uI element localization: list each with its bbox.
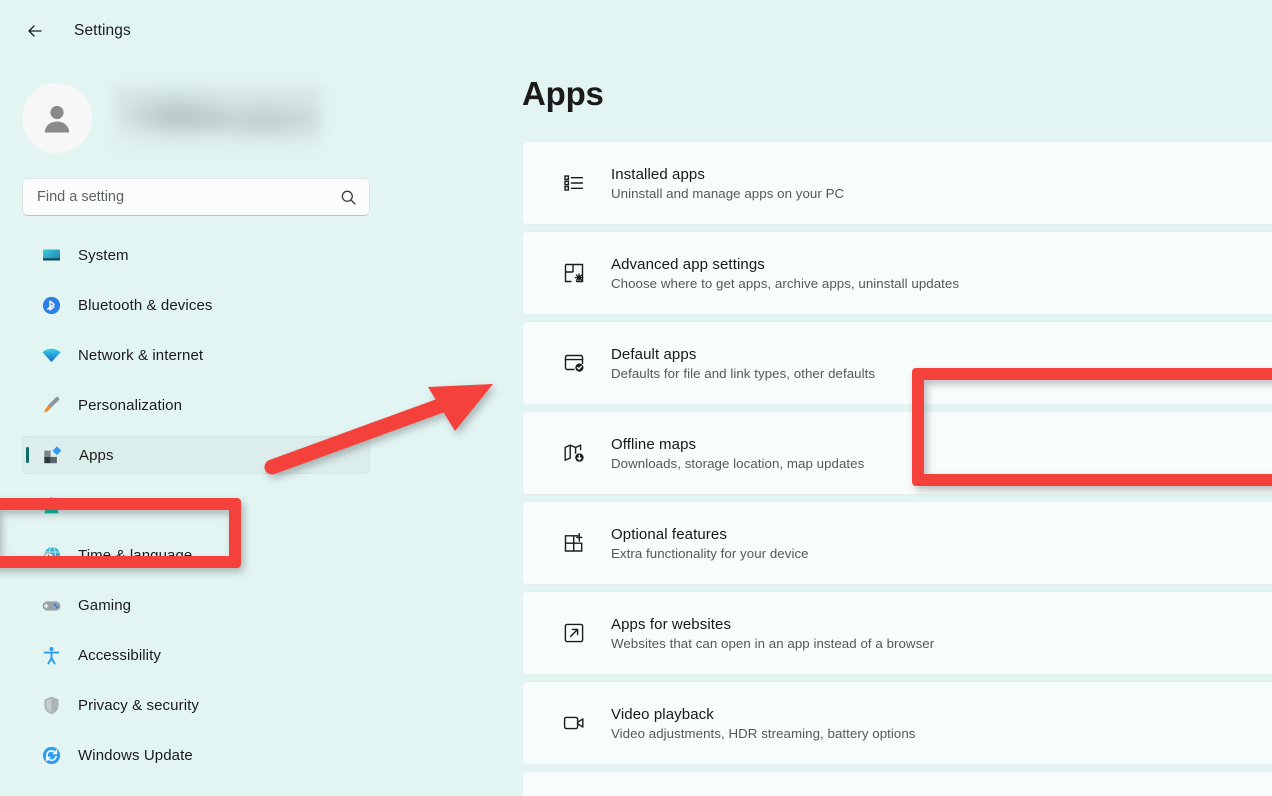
- card-subtitle: Downloads, storage location, map updates: [611, 455, 865, 471]
- shield-icon: [40, 694, 62, 716]
- sidebar-item-gaming[interactable]: Gaming: [22, 586, 370, 624]
- refresh-icon: [40, 744, 62, 766]
- sidebar-item-label: Accounts: [78, 496, 141, 514]
- avatar: [22, 83, 92, 153]
- wifi-icon: [40, 344, 62, 366]
- globe-clock-icon: [40, 544, 62, 566]
- search-input[interactable]: [37, 189, 340, 205]
- grid-plus-icon: [561, 530, 587, 556]
- sidebar-item-label: Gaming: [78, 596, 132, 614]
- sidebar-item-accessibility[interactable]: Accessibility: [22, 636, 370, 674]
- sidebar-item-bluetooth-devices[interactable]: Bluetooth & devices: [22, 286, 370, 324]
- card-optional-features[interactable]: Optional features Extra functionality fo…: [522, 501, 1272, 585]
- sidebar-item-label: System: [78, 246, 129, 264]
- sidebar-item-apps[interactable]: Apps: [22, 436, 370, 474]
- sidebar-item-label: Privacy & security: [78, 696, 199, 714]
- accessibility-icon: [40, 644, 62, 666]
- sidebar-item-network-internet[interactable]: Network & internet: [22, 336, 370, 374]
- card-installed-apps[interactable]: Installed apps Uninstall and manage apps…: [522, 141, 1272, 225]
- sidebar-item-label: Windows Update: [78, 746, 193, 764]
- sidebar-item-time-language[interactable]: Time & language: [22, 536, 370, 574]
- window-check-icon: [561, 350, 587, 376]
- main-layout: System Bluetooth & devices: [0, 62, 1272, 796]
- gamepad-icon: [40, 594, 62, 616]
- person-icon: [40, 494, 62, 516]
- card-subtitle: Extra functionality for your device: [611, 545, 809, 561]
- account-tile[interactable]: [22, 70, 404, 166]
- card-default-apps[interactable]: Default apps Defaults for file and link …: [522, 321, 1272, 405]
- card-offline-maps[interactable]: Offline maps Downloads, storage location…: [522, 411, 1272, 495]
- video-camera-icon: [561, 710, 587, 736]
- card-title: Installed apps: [611, 165, 705, 183]
- sidebar-item-windows-update[interactable]: Windows Update: [22, 736, 370, 774]
- paintbrush-icon: [40, 394, 62, 416]
- sidebar-item-privacy-security[interactable]: Privacy & security: [22, 686, 370, 724]
- list-icon: [561, 170, 587, 196]
- card-subtitle: Websites that can open in an app instead…: [611, 635, 935, 651]
- card-subtitle: Uninstall and manage apps on your PC: [611, 185, 845, 201]
- card-partial-next[interactable]: [522, 771, 1272, 796]
- sidebar-item-accounts[interactable]: Accounts: [22, 486, 370, 524]
- card-title: Offline maps: [611, 435, 697, 453]
- account-name-redacted: [114, 86, 322, 150]
- card-video-playback[interactable]: Video playback Video adjustments, HDR st…: [522, 681, 1272, 765]
- back-button[interactable]: [18, 14, 52, 48]
- title-bar: Settings: [0, 0, 1272, 62]
- map-download-icon: [561, 440, 587, 466]
- sidebar-item-system[interactable]: System: [22, 236, 370, 274]
- sidebar-item-label: Time & language: [78, 546, 193, 564]
- sidebar-item-label: Accessibility: [78, 646, 161, 664]
- card-advanced-app-settings[interactable]: Advanced app settings Choose where to ge…: [522, 231, 1272, 315]
- card-subtitle: Choose where to get apps, archive apps, …: [611, 275, 960, 291]
- sidebar-item-personalization[interactable]: Personalization: [22, 386, 370, 424]
- search-icon[interactable]: [340, 189, 357, 206]
- card-title: Apps for websites: [611, 615, 732, 633]
- apps-squares-icon: [41, 444, 63, 466]
- card-title: Advanced app settings: [611, 255, 765, 273]
- card-title: Video playback: [611, 705, 714, 723]
- sidebar-nav: System Bluetooth & devices Network & int…: [22, 236, 404, 774]
- sidebar-item-label: Network & internet: [78, 346, 204, 364]
- sidebar-item-label: Personalization: [78, 396, 183, 414]
- sidebar: System Bluetooth & devices: [0, 62, 404, 796]
- external-link-icon: [561, 620, 587, 646]
- monitor-icon: [40, 244, 62, 266]
- card-title: Optional features: [611, 525, 727, 543]
- main-content: Apps Installed apps Uninstall and manage…: [404, 62, 1272, 796]
- card-title: Default apps: [611, 345, 697, 363]
- card-apps-for-websites[interactable]: Apps for websites Websites that can open…: [522, 591, 1272, 675]
- arrow-left-icon: [25, 21, 45, 41]
- search-box[interactable]: [22, 178, 370, 216]
- card-subtitle: Defaults for file and link types, other …: [611, 365, 876, 381]
- grid-gear-icon: [561, 260, 587, 286]
- card-subtitle: Video adjustments, HDR streaming, batter…: [611, 725, 916, 741]
- page-title: Apps: [522, 75, 604, 112]
- sidebar-item-label: Apps: [79, 446, 114, 464]
- bluetooth-icon: [40, 294, 62, 316]
- sidebar-item-label: Bluetooth & devices: [78, 296, 213, 314]
- app-title: Settings: [74, 22, 131, 39]
- settings-card-list: Installed apps Uninstall and manage apps…: [522, 141, 1272, 796]
